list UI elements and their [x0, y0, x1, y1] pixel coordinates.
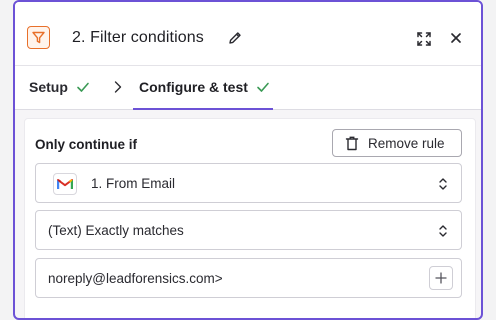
close-icon[interactable] — [449, 31, 463, 45]
filter-icon — [27, 26, 50, 49]
step-title: 2. Filter conditions — [72, 29, 204, 46]
check-icon — [257, 82, 269, 92]
remove-rule-button[interactable]: Remove rule — [332, 129, 462, 157]
condition-select-value: (Text) Exactly matches — [48, 223, 184, 238]
updown-chevron-icon — [439, 178, 447, 190]
expand-icon[interactable] — [416, 31, 432, 47]
updown-chevron-icon — [439, 225, 447, 237]
chevron-right-icon — [114, 81, 122, 93]
pencil-icon[interactable] — [227, 30, 243, 46]
condition-select[interactable]: (Text) Exactly matches — [35, 210, 462, 250]
rule-label: Only continue if — [35, 137, 138, 152]
panel-header: 2. Filter conditions — [15, 2, 481, 66]
active-tab-indicator — [133, 108, 273, 110]
filter-rule-card: Only continue if Remove rule 1. From Ema… — [24, 118, 476, 318]
plus-icon — [435, 272, 447, 284]
field-select[interactable]: 1. From Email — [35, 163, 462, 203]
value-input[interactable]: noreply@leadforensics.com> — [35, 258, 462, 298]
value-input-text: noreply@leadforensics.com> — [48, 271, 223, 286]
check-icon — [77, 82, 89, 92]
gmail-icon — [53, 173, 77, 195]
tab-setup-label: Setup — [29, 79, 68, 95]
tab-configure-test[interactable]: Configure & test — [139, 79, 270, 95]
filter-step-panel: 2. Filter conditions Setup Configure & t… — [13, 0, 483, 320]
step-tabs: Setup Configure & test — [15, 66, 481, 110]
remove-rule-label: Remove rule — [368, 135, 445, 151]
tab-setup[interactable]: Setup — [29, 79, 90, 95]
tab-configure-label: Configure & test — [139, 79, 248, 95]
field-select-value: 1. From Email — [91, 176, 176, 191]
trash-icon — [345, 136, 359, 150]
insert-data-button[interactable] — [429, 266, 453, 290]
